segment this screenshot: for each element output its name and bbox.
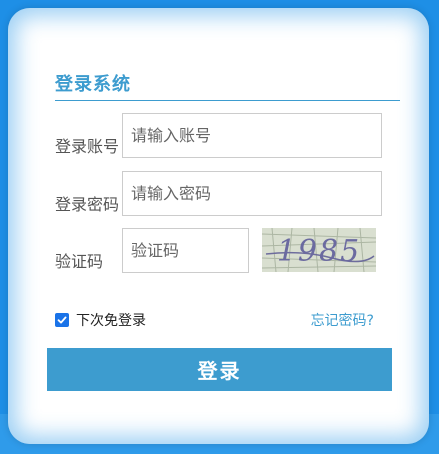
password-input[interactable] (122, 171, 382, 216)
forgot-password-link[interactable]: 忘记密码? (311, 310, 374, 330)
check-icon (57, 316, 67, 324)
account-input[interactable] (122, 113, 382, 158)
remember-checkbox[interactable] (55, 313, 69, 327)
remember-option[interactable]: 下次免登录 (55, 310, 146, 330)
captcha-image[interactable]: 1985 (262, 228, 376, 272)
login-card: 登录系统 登录账号 登录密码 验证码 1985 下次免登录 忘记密码? (8, 8, 429, 444)
captcha-input[interactable] (122, 228, 249, 273)
title-divider (55, 100, 400, 101)
captcha-label: 验证码 (55, 252, 104, 271)
account-label: 登录账号 (55, 137, 120, 156)
captcha-text: 1985 (277, 234, 361, 269)
login-button[interactable]: 登录 (47, 348, 392, 391)
remember-label: 下次免登录 (76, 313, 146, 329)
password-label: 登录密码 (55, 195, 120, 214)
login-title: 登录系统 (55, 74, 131, 95)
